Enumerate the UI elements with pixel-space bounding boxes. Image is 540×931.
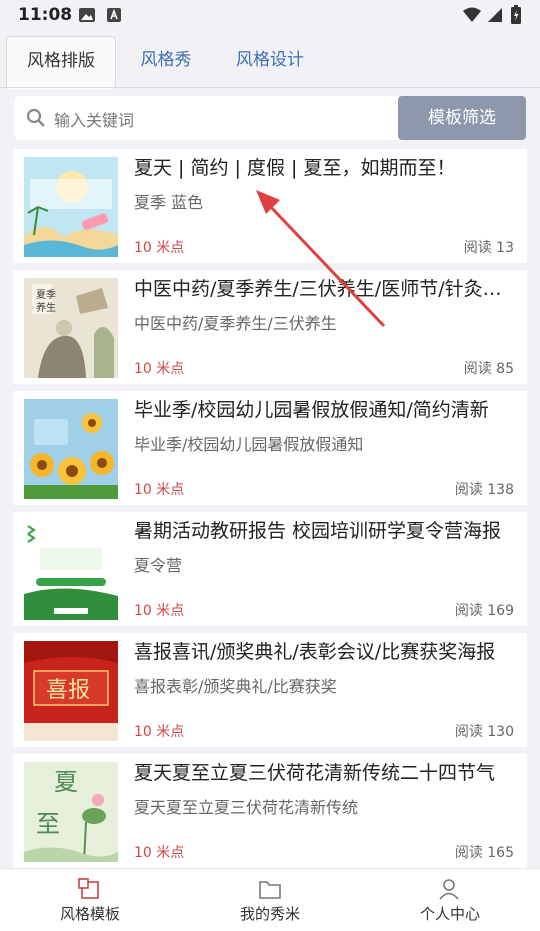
template-read-count: 阅读 130 [454, 724, 514, 740]
nav-label: 个人中心 [419, 905, 480, 923]
template-price: 10 米点 [134, 845, 185, 861]
nav-style-templates[interactable]: 风格模板 [0, 869, 180, 931]
template-thumbnail [24, 520, 118, 620]
template-thumbnail: 夏季 养生 [24, 278, 118, 378]
template-read-count: 阅读 165 [454, 845, 514, 861]
template-card[interactable]: 夏季 养生 中医中药/夏季养生/三伏养生/医师节/针灸推拿/养生海报 中医中药/… [13, 270, 527, 384]
nav-label: 风格模板 [59, 905, 120, 923]
template-title: 夏天夏至立夏三伏荷花清新传统二十四节气 [134, 762, 496, 784]
svg-text:养生: 养生 [36, 301, 56, 314]
template-price: 10 米点 [134, 240, 185, 256]
tab-divider [0, 87, 540, 88]
svg-text:夏季: 夏季 [36, 289, 56, 301]
folder-icon [259, 881, 281, 899]
status-bar: 11:08 [0, 0, 540, 30]
bottom-nav: 风格模板 我的秀米 个人中心 [0, 868, 540, 931]
nav-profile[interactable]: 个人中心 [360, 869, 540, 931]
template-card[interactable]: 暑期活动教研报告 校园培训研学夏令营海报 夏令营 10 米点 阅读 169 [13, 512, 527, 626]
tab-bar: 风格排版 风格秀 风格设计 [0, 30, 540, 89]
template-title: 暑期活动教研报告 校园培训研学夏令营海报 [134, 520, 502, 542]
template-tags: 夏季 蓝色 [134, 193, 204, 212]
template-thumbnail [24, 399, 118, 499]
template-price: 10 米点 [134, 361, 185, 377]
template-price: 10 米点 [134, 482, 185, 498]
template-filter-button[interactable]: 模板筛选 [398, 96, 526, 140]
template-card[interactable]: 喜报 喜报喜讯/颁奖典礼/表彰会议/比赛获奖海报 喜报表彰/颁奖典礼/比赛获奖 … [13, 633, 527, 747]
template-tags: 喜报表彰/颁奖典礼/比赛获奖 [134, 677, 337, 696]
template-icon [78, 878, 99, 899]
svg-text:夏: 夏 [54, 768, 78, 796]
svg-text:至: 至 [36, 810, 60, 838]
template-thumbnail: 夏 至 [24, 762, 118, 862]
template-price: 10 米点 [134, 603, 185, 619]
template-thumbnail: 喜报 [24, 641, 118, 741]
template-title: 毕业季/校园幼儿园暑假放假通知/简约清新 [134, 399, 489, 421]
tab-style-show[interactable]: 风格秀 [126, 36, 206, 88]
template-tags: 中医中药/夏季养生/三伏养生 [134, 314, 337, 333]
template-read-count: 阅读 85 [463, 361, 514, 377]
template-tags: 毕业季/校园幼儿园暑假放假通知 [134, 435, 364, 454]
search-input[interactable]: 输入关键词 [54, 107, 134, 131]
image-notification-icon [79, 8, 95, 22]
search-icon [26, 108, 45, 127]
template-card[interactable]: 毕业季/校园幼儿园暑假放假通知/简约清新 毕业季/校园幼儿园暑假放假通知 10 … [13, 391, 527, 505]
template-list: 夏天 | 简约 | 度假 | 夏至，如期而至！ 夏季 蓝色 10 米点 阅读 1… [13, 149, 527, 875]
signal-icon [488, 8, 502, 22]
template-card[interactable]: 夏 至 夏天夏至立夏三伏荷花清新传统二十四节气 夏天夏至立夏三伏荷花清新传统 1… [13, 754, 527, 868]
template-read-count: 阅读 169 [454, 603, 514, 619]
template-read-count: 阅读 13 [463, 240, 514, 256]
template-title: 喜报喜讯/颁奖典礼/表彰会议/比赛获奖海报 [134, 641, 496, 663]
tab-style-layout[interactable]: 风格排版 [6, 36, 116, 89]
template-title: 中医中药/夏季养生/三伏养生/医师节/针灸推拿/养生海报 [134, 278, 520, 300]
template-title: 夏天 | 简约 | 度假 | 夏至，如期而至！ [134, 157, 456, 179]
tab-style-design[interactable]: 风格设计 [222, 36, 318, 88]
user-icon [439, 879, 459, 900]
template-price: 10 米点 [134, 724, 185, 740]
template-thumbnail [24, 157, 118, 257]
template-tags: 夏天夏至立夏三伏荷花清新传统 [134, 798, 359, 817]
template-read-count: 阅读 138 [454, 482, 514, 498]
status-time: 11:08 [18, 5, 73, 25]
nav-label: 我的秀米 [239, 905, 300, 923]
template-tags: 夏令营 [134, 556, 183, 575]
template-card[interactable]: 夏天 | 简约 | 度假 | 夏至，如期而至！ 夏季 蓝色 10 米点 阅读 1… [13, 149, 527, 263]
svg-text:喜报: 喜报 [46, 678, 90, 703]
battery-icon [511, 5, 521, 24]
nav-my-xiumi[interactable]: 我的秀米 [180, 869, 360, 931]
wifi-icon [463, 7, 481, 22]
app-notification-icon [107, 8, 121, 22]
